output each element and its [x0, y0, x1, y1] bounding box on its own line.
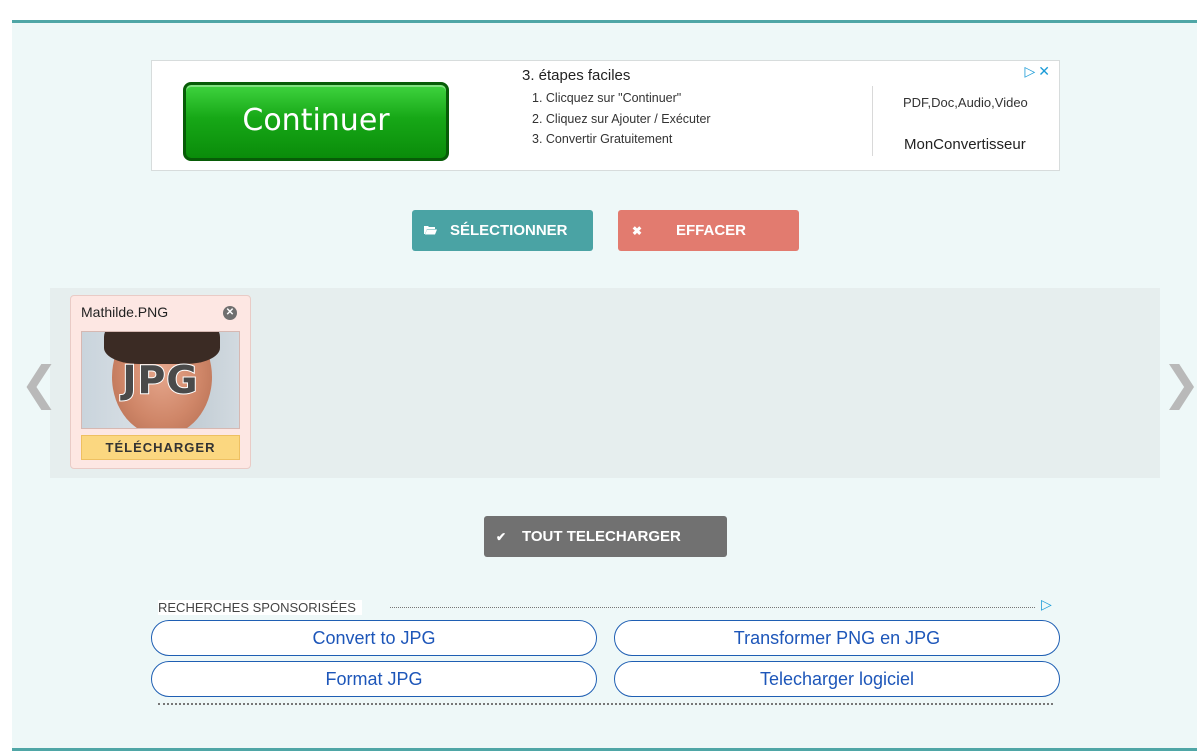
- ad-brand: MonConvertisseur: [904, 136, 1026, 153]
- download-all-button[interactable]: ✔ TOUT TELECHARGER: [484, 516, 727, 557]
- file-card: Mathilde.PNG ✕ JPG TÉLÉCHARGER: [70, 295, 251, 469]
- sponsored-link[interactable]: Format JPG: [151, 661, 597, 697]
- close-icon: ✖: [632, 224, 643, 238]
- sponsored-link[interactable]: Transformer PNG en JPG: [614, 620, 1060, 656]
- folder-open-icon: [424, 211, 450, 252]
- clear-button[interactable]: ✖ EFFACER: [618, 210, 799, 251]
- ad-step: 1. Clicquez sur "Continuer": [532, 91, 682, 105]
- download-all-label: TOUT TELECHARGER: [522, 528, 681, 545]
- next-arrow-icon[interactable]: ❯: [1162, 358, 1197, 408]
- ad-steps: 3. étapes faciles 1. Clicquez sur "Conti…: [522, 67, 711, 150]
- ad-divider: [872, 86, 873, 156]
- ad-banner[interactable]: Continuer 3. étapes faciles 1. Clicquez …: [151, 60, 1060, 171]
- prev-arrow-icon[interactable]: ❮: [20, 358, 59, 408]
- remove-file-icon[interactable]: ✕: [223, 306, 237, 320]
- file-name: Mathilde.PNG: [81, 304, 169, 320]
- sponsored-divider: [390, 607, 1035, 608]
- ad-step: 2. Cliquez sur Ajouter / Exécuter: [532, 111, 711, 126]
- file-thumbnail: JPG: [81, 331, 240, 429]
- ad-continue-button[interactable]: Continuer: [183, 82, 449, 161]
- sponsored-bottom-divider: [158, 703, 1053, 705]
- check-icon: ✔: [496, 530, 507, 544]
- ad-formats: PDF,Doc,Audio,Video: [903, 95, 1028, 110]
- select-files-label: SÉLECTIONNER: [450, 222, 568, 239]
- ad-steps-title: 3. étapes faciles: [522, 67, 631, 84]
- sponsored-link[interactable]: Convert to JPG: [151, 620, 597, 656]
- sponsored-link[interactable]: Telecharger logiciel: [614, 661, 1060, 697]
- ad-step: 3. Convertir Gratuitement: [532, 132, 673, 146]
- clear-label: EFFACER: [676, 222, 747, 239]
- ad-choices-icon[interactable]: ▷✕: [1025, 63, 1054, 80]
- download-file-button[interactable]: TÉLÉCHARGER: [81, 435, 240, 460]
- select-files-button[interactable]: SÉLECTIONNER: [412, 210, 593, 251]
- ad-choices-icon[interactable]: ▷: [1041, 596, 1052, 613]
- thumbnail-format-label: JPG: [121, 357, 199, 403]
- sponsored-title: RECHERCHES SPONSORISÉES: [158, 600, 362, 615]
